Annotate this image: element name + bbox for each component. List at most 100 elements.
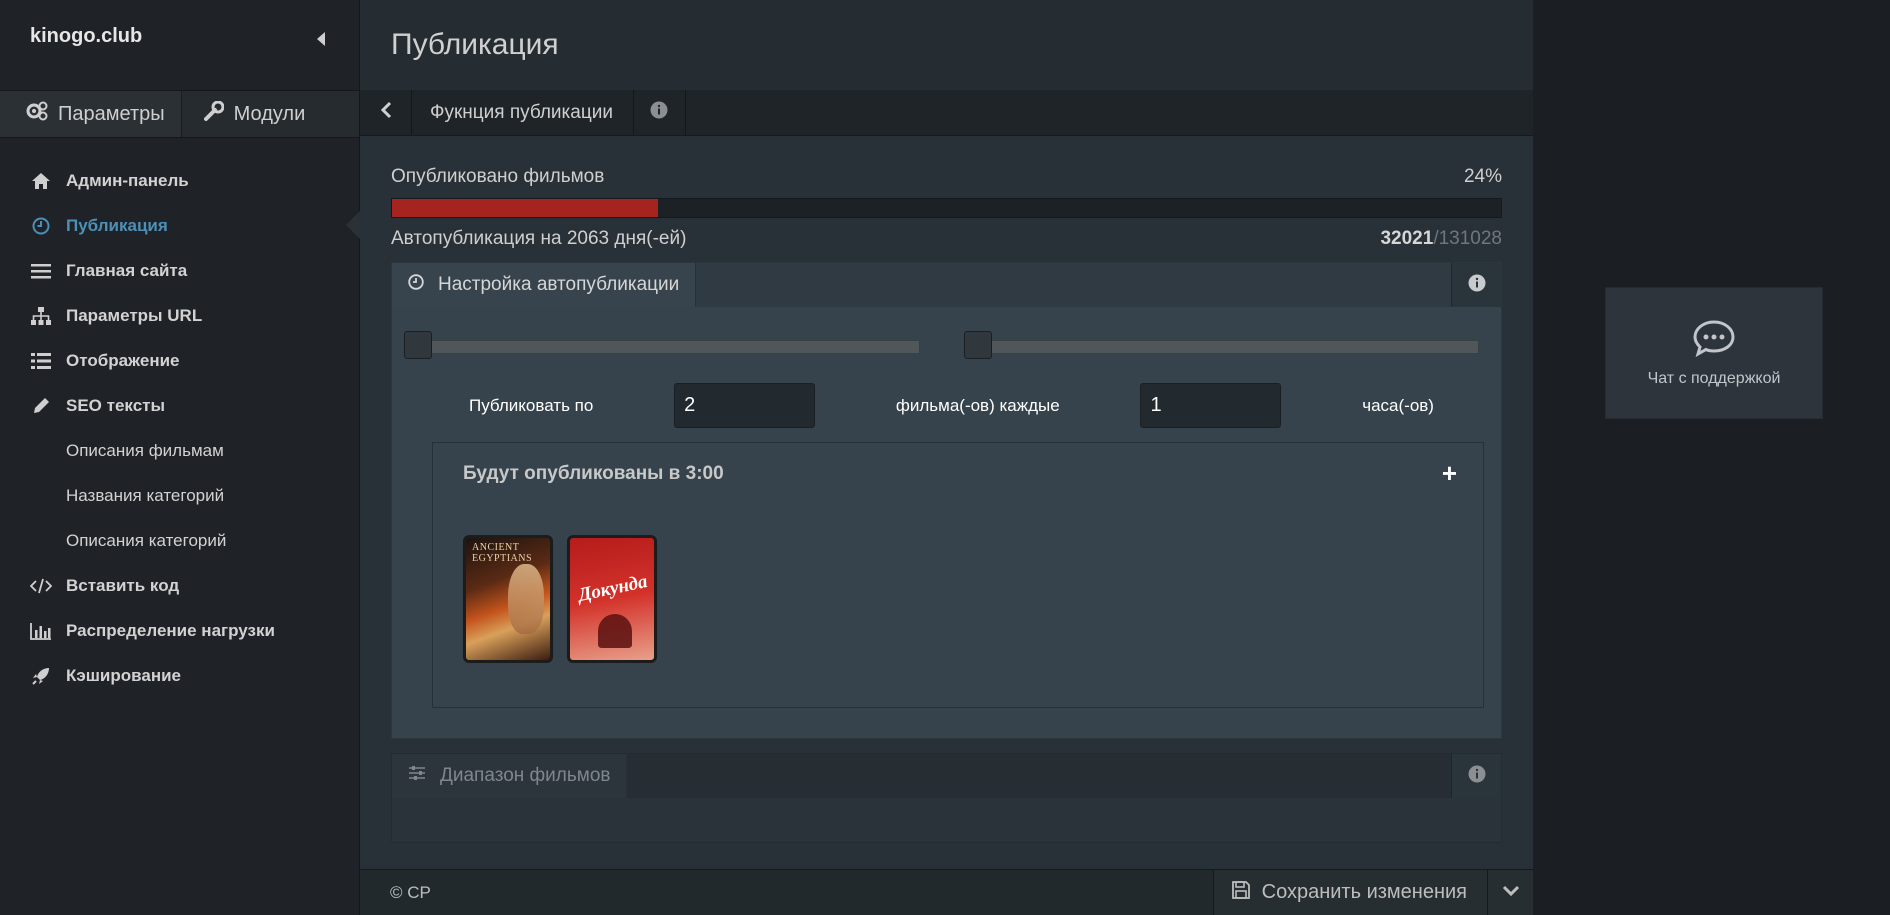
published-percent: 24% <box>1463 166 1502 187</box>
autopub-sliders <box>402 331 1479 359</box>
sidebar-item-category-descriptions[interactable]: Описания категорий <box>0 518 359 563</box>
bars-icon <box>30 263 52 279</box>
autopub-row: Автопубликация на 2063 дня(-ей) 32021/13… <box>391 228 1502 250</box>
film-range-info-button[interactable] <box>1451 754 1501 798</box>
films-slider-handle[interactable] <box>404 331 432 359</box>
back-button[interactable] <box>360 90 412 135</box>
publish-by-label: Публиковать по <box>469 395 594 415</box>
tab-parameters[interactable]: Параметры <box>0 91 181 137</box>
sidebar-item-site-home[interactable]: Главная сайта <box>0 248 359 293</box>
sidebar-item-url-params[interactable]: Параметры URL <box>0 293 359 338</box>
poster-list: ANCIENT EGYPTIANS Докунда <box>463 535 657 663</box>
footer-expand-button[interactable] <box>1487 870 1533 915</box>
toolbar-info-button[interactable] <box>634 90 686 135</box>
bar-chart-icon <box>30 622 52 640</box>
sidebar-item-label: Описания категорий <box>66 530 227 550</box>
film-range-tab-label: Диапазон фильмов <box>440 765 611 786</box>
publication-content: Опубликовано фильмов 24% Автопубликация … <box>360 136 1533 843</box>
published-progress-bar <box>391 198 1502 218</box>
poster-title: Докунда <box>576 570 650 607</box>
save-changes-button[interactable]: Сохранить изменения <box>1212 870 1487 915</box>
autopub-duration-label: Автопубликация на 2063 дня(-ей) <box>391 228 687 249</box>
sidebar-item-label: Админ-панель <box>66 170 189 190</box>
clock-icon <box>30 217 52 235</box>
chevron-left-icon <box>380 101 392 124</box>
autopub-settings-tab[interactable]: Настройка автопубликации <box>392 263 697 307</box>
tab-parameters-label: Параметры <box>58 102 165 125</box>
published-progress-fill <box>392 199 659 217</box>
copyright: © CP <box>390 882 431 902</box>
hours-count-input[interactable] <box>1140 383 1282 428</box>
hours-slider-track <box>963 340 1479 354</box>
sidebar-item-label: Главная сайта <box>66 260 188 280</box>
sitemap-icon <box>30 306 52 325</box>
sidebar-item-seo-texts[interactable]: SEO тексты <box>0 383 359 428</box>
published-count-value: 32021 <box>1380 228 1434 249</box>
toolbar: Фукнция публикации <box>360 90 1533 136</box>
page-header: Публикация <box>360 0 1533 90</box>
footer-actions: Сохранить изменения <box>1212 870 1533 915</box>
footer: © CP Сохранить изменения <box>360 869 1533 915</box>
tab-modules[interactable]: Модули <box>180 91 322 137</box>
sidebar-item-publication[interactable]: Публикация <box>0 203 360 248</box>
films-slider[interactable] <box>404 331 920 359</box>
hours-slider[interactable] <box>963 331 1479 359</box>
published-count: 32021/131028 <box>1380 228 1502 250</box>
hours-slider-handle[interactable] <box>963 331 992 359</box>
films-every-label: фильма(-ов) каждые <box>895 395 1060 415</box>
total-count-value: /131028 <box>1433 228 1502 249</box>
film-range-tab[interactable]: Диапазон фильмов <box>392 754 628 798</box>
poster-title: ANCIENT EGYPTIANS <box>472 542 533 564</box>
film-range-panel-header: Диапазон фильмов <box>392 754 1501 798</box>
sidebar-tabs: Параметры Модули <box>0 90 359 138</box>
sidebar-item-display[interactable]: Отображение <box>0 338 359 383</box>
toolbar-function-label: Фукнция публикации <box>412 90 634 135</box>
publish-settings-row: Публиковать по фильма(-ов) каждые часа(-… <box>402 383 1479 428</box>
sidebar: kinogo.club Параметры Модули Админ-панел… <box>0 0 360 915</box>
autopub-panel-header: Настройка автопубликации <box>392 263 1501 307</box>
cogs-icon <box>26 101 48 127</box>
films-count-input[interactable] <box>674 383 816 428</box>
sidebar-item-load-distribution[interactable]: Распределение нагрузки <box>0 608 359 653</box>
poster-dokunda[interactable]: Докунда <box>567 535 657 663</box>
plus-icon[interactable]: + <box>1442 460 1457 486</box>
sidebar-item-label: SEO тексты <box>66 395 165 415</box>
poster-art <box>598 614 632 648</box>
code-icon <box>30 578 52 594</box>
film-range-panel: Диапазон фильмов <box>391 753 1502 843</box>
poster-ancient-egyptians[interactable]: ANCIENT EGYPTIANS <box>463 535 553 663</box>
publish-queue-title: Будут опубликованы в 3:00 <box>463 463 724 484</box>
save-changes-label: Сохранить изменения <box>1261 881 1467 903</box>
sidebar-item-label: Параметры URL <box>66 305 203 325</box>
page-title: Публикация <box>391 28 559 61</box>
autopub-info-button[interactable] <box>1451 263 1501 307</box>
sidebar-item-label: Кэширование <box>66 665 182 685</box>
wrench-icon <box>203 100 225 127</box>
rocket-icon <box>30 667 52 685</box>
active-pointer <box>346 211 360 239</box>
sidebar-item-label: Названия категорий <box>66 485 225 505</box>
publish-queue: Будут опубликованы в 3:00 + ANCIENT EGYP… <box>432 442 1484 708</box>
autopub-settings-tab-label: Настройка автопубликации <box>438 274 680 295</box>
sidebar-item-insert-code[interactable]: Вставить код <box>0 563 359 608</box>
support-chat-label: Чат с поддержкой <box>1647 369 1781 387</box>
films-slider-track <box>404 340 920 354</box>
tab-modules-label: Модули <box>233 102 306 125</box>
sidebar-item-label: Отображение <box>66 350 180 370</box>
sidebar-item-category-names[interactable]: Названия категорий <box>0 473 359 518</box>
published-label: Опубликовано фильмов <box>391 166 605 187</box>
sidebar-item-admin-panel[interactable]: Админ-панель <box>0 158 359 203</box>
sidebar-item-label: Распределение нагрузки <box>66 620 275 640</box>
brand-name[interactable]: kinogo.club <box>30 25 142 48</box>
collapse-sidebar-icon[interactable] <box>317 32 325 46</box>
sidebar-item-label: Описания фильмам <box>66 440 224 460</box>
chat-icon <box>1692 319 1736 362</box>
sidebar-item-caching[interactable]: Кэширование <box>0 653 359 698</box>
sidebar-item-label: Вставить код <box>66 575 180 595</box>
autopub-settings-panel: Настройка автопубликации Публиковать по … <box>391 262 1502 739</box>
sidebar-item-label: Публикация <box>66 215 168 235</box>
sidebar-item-film-descriptions[interactable]: Описания фильмам <box>0 428 359 473</box>
list-icon <box>30 352 52 369</box>
support-chat-button[interactable]: Чат с поддержкой <box>1605 287 1823 419</box>
info-icon <box>1468 274 1486 297</box>
